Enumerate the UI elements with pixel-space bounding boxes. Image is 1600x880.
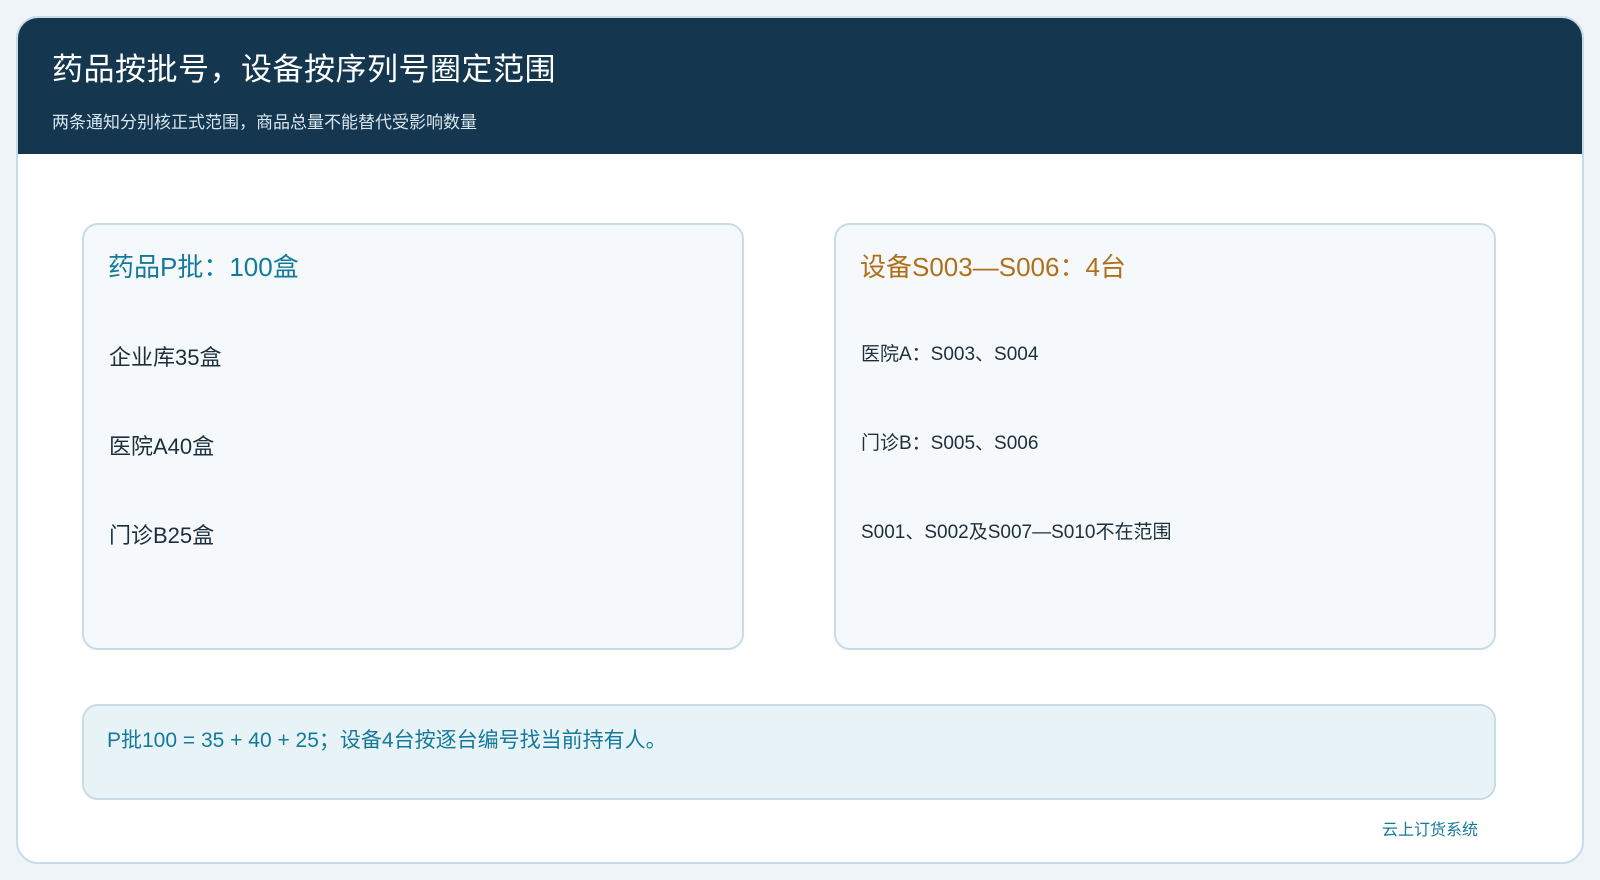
drug-line-hospital-a: 医院A40盒: [109, 434, 215, 459]
main-panel: 药品按批号，设备按序列号圈定范围 两条通知分别核正式范围，商品总量不能替代受影响…: [16, 16, 1584, 864]
drug-line-clinic-b: 门诊B25盒: [109, 523, 215, 548]
summary-note: P批100 = 35 + 40 + 25；设备4台按逐台编号找当前持有人。: [82, 704, 1496, 800]
page-header: 药品按批号，设备按序列号圈定范围 两条通知分别核正式范围，商品总量不能替代受影响…: [18, 18, 1582, 154]
device-serial-card: 设备S003—S006：4台 医院A：S003、S004 门诊B：S005、S0…: [834, 223, 1496, 650]
footer-brand: 云上订货系统: [1381, 822, 1478, 839]
page-title: 药品按批号，设备按序列号圈定范围: [52, 52, 556, 87]
device-serial-title: 设备S003—S006：4台: [860, 252, 1126, 282]
device-line-out-of-scope: S001、S002及S007—S010不在范围: [861, 522, 1172, 543]
drug-batch-title: 药品P批：100盒: [108, 252, 299, 282]
device-line-hospital-a: 医院A：S003、S004: [861, 344, 1039, 365]
device-line-clinic-b: 门诊B：S005、S006: [861, 433, 1039, 454]
page-subtitle: 两条通知分别核正式范围，商品总量不能替代受影响数量: [52, 113, 477, 132]
drug-line-warehouse: 企业库35盒: [109, 345, 222, 370]
drug-batch-card: 药品P批：100盒 企业库35盒 医院A40盒 门诊B25盒: [82, 223, 744, 650]
summary-note-text: P批100 = 35 + 40 + 25；设备4台按逐台编号找当前持有人。: [107, 729, 667, 752]
